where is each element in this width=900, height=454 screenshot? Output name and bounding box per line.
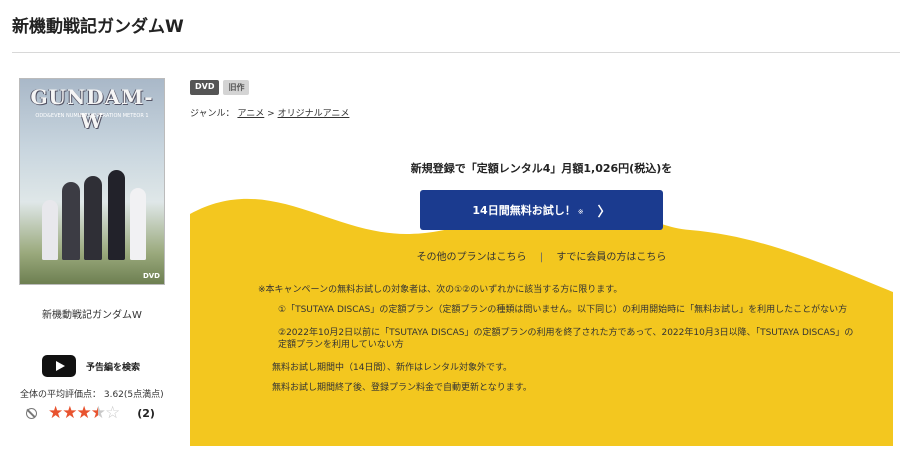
badge-dvd: DVD <box>190 80 220 95</box>
campaign-headline: 新規登録で「定額レンタル4」月額1,026円(税込)を <box>410 162 673 175</box>
badge-old-release: 旧作 <box>223 80 250 95</box>
member-login-link[interactable]: すでに会員の方はこちら <box>556 252 666 263</box>
trailer-search-button[interactable]: 予告編を検索 <box>42 355 140 377</box>
dvd-cover-image[interactable]: GUNDAM-W ODD&EVEN NUMBERS OPERATION METE… <box>19 78 165 285</box>
chevron-right-icon: 〉 <box>597 204 611 220</box>
note-auto-renew: 無料お試し期間終了後、登録プラン料金で自動更新となります。 <box>272 383 532 393</box>
free-trial-button[interactable]: 14日間無料お試し！ ※ 〉 <box>420 190 663 230</box>
free-trial-note-mark: ※ <box>577 208 584 216</box>
average-rating: 全体の平均評価点： 3.62(5点満点) <box>20 390 164 400</box>
link-separator: | <box>539 252 544 263</box>
trailer-search-label: 予告編を検索 <box>86 362 141 373</box>
play-icon <box>42 355 76 377</box>
note-eligibility: ※本キャンペーンの無料お試しの対象者は、次の①②のいずれかに該当する方に限ります… <box>258 285 623 295</box>
star-rating: ★★★★☆ <box>48 403 120 423</box>
title-divider <box>12 52 900 53</box>
free-trial-label: 14日間無料お試し！ <box>472 204 576 217</box>
plan-links: その他のプランはこちら | すでに会員の方はこちら <box>190 248 893 263</box>
other-plans-link[interactable]: その他のプランはこちら <box>417 252 527 263</box>
genre-label: ジャンル： <box>190 109 235 119</box>
badge-group: DVD 旧作 <box>190 80 250 95</box>
review-count-link[interactable]: (2) <box>137 407 155 420</box>
cover-dvd-mark: DVD <box>142 272 160 280</box>
prohibited-icon <box>26 408 37 419</box>
genre-breadcrumb: ジャンル： アニメ > オリジナルアニメ <box>190 106 349 119</box>
note-new-release: 無料お試し期間中（14日間）、新作はレンタル対象外です。 <box>272 363 513 373</box>
page-title: 新機動戦記ガンダムW <box>12 17 184 37</box>
note-condition-1: ①「TSUTAYA DISCAS」の定額プラン（定額プランの種類は問いません。以… <box>278 305 848 315</box>
cover-subtitle-art: ODD&EVEN NUMBERS OPERATION METEOR 1 <box>35 113 149 119</box>
item-name: 新機動戦記ガンダムW <box>42 310 142 321</box>
cover-title-art: GUNDAM-W <box>30 85 154 133</box>
rating-row: ★★★★☆ (2) <box>26 405 155 422</box>
cover-characters <box>32 160 154 260</box>
campaign-notes: ※本キャンペーンの無料お試しの対象者は、次の①②のいずれかに該当する方に限ります… <box>258 284 858 402</box>
note-condition-2: ②2022年10月2日以前に「TSUTAYA DISCAS」の定額プランの利用を… <box>278 328 854 350</box>
genre-separator: > <box>267 109 275 119</box>
genre-link-original-anime[interactable]: オリジナルアニメ <box>278 109 350 119</box>
genre-link-anime[interactable]: アニメ <box>237 109 264 119</box>
